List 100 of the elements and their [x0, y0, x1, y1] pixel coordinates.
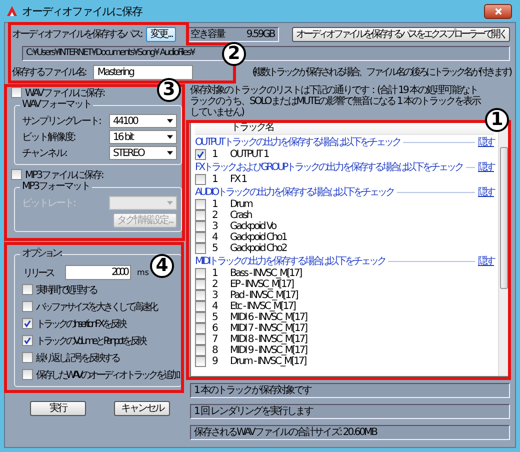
field-label: チャンネル: — [22, 147, 66, 160]
track-name: MIDI 6 - INVSC_M[17] — [230, 312, 306, 323]
track-number: 4 — [211, 232, 218, 243]
group-header: OUTPUTトラックの出力を保存する場合は以下をチェック — [195, 136, 400, 149]
track-name: MIDI 7 - INVSC_M[17] — [230, 323, 306, 334]
caret-icon — [167, 135, 173, 139]
track-number: 8 — [211, 345, 218, 356]
file-name-note: (複数トラックが保存される場合、ファイル名の後ろにトラック名が付きます) — [252, 66, 510, 79]
track-name: Gackpoid Vo — [230, 221, 276, 232]
app-icon — [6, 5, 18, 17]
checkbox[interactable] — [11, 87, 22, 98]
checkbox-label: WAVファイルに保存: — [25, 86, 104, 100]
checkbox-label: バッファサイズを大きくして高速化 — [36, 300, 156, 314]
free-space-label: 空き容量 — [190, 28, 224, 40]
track-number: 9 — [211, 356, 218, 367]
hide-link[interactable]: 隠す — [478, 160, 494, 174]
run-button[interactable]: 実行 — [30, 401, 86, 416]
free-space-value: 9.59GB — [246, 28, 274, 40]
checkbox[interactable] — [195, 243, 206, 254]
caret-icon — [167, 119, 173, 123]
checkbox-label: 保存したWAVのオーディオトラックを追加 — [36, 368, 178, 382]
dropdown-field[interactable]: 16 bit — [109, 130, 177, 144]
unit-label: ms — [137, 268, 149, 277]
close-button[interactable] — [484, 4, 512, 18]
checkbox[interactable] — [195, 279, 206, 290]
track-number: 6 — [211, 323, 218, 334]
checkbox[interactable] — [195, 323, 206, 334]
track-number: 7 — [211, 334, 218, 345]
checkbox[interactable] — [195, 221, 206, 232]
window-title: オーディオファイルに保存 — [22, 4, 142, 18]
track-name: Drum - INVSC_M[17] — [230, 356, 306, 367]
checkbox-label: 実時間で処理する — [36, 284, 96, 296]
dropdown-field[interactable] — [109, 196, 177, 210]
track-number: 5 — [211, 243, 218, 254]
track-number: 5 — [211, 312, 218, 323]
checkbox[interactable] — [195, 356, 206, 367]
cancel-button[interactable]: キャンセル — [114, 401, 170, 416]
checkbox[interactable] — [195, 334, 206, 345]
track-name: Crash — [230, 210, 252, 221]
checkbox-label: トラックのInsertionFXを反映 — [36, 318, 126, 330]
status-field: 1 本のトラックが保存対象です — [190, 383, 510, 398]
checkbox[interactable] — [195, 345, 206, 356]
group-title: オプション: — [20, 248, 62, 260]
group-header: MIDIトラックの出力を保存する場合は以下をチェック — [195, 254, 386, 268]
checkbox-label: MP3ファイルに保存: — [25, 168, 103, 182]
checkbox[interactable] — [22, 369, 33, 380]
caret-icon — [167, 201, 173, 205]
checkbox-label: トラックのVolumeとPanpotを反映 — [36, 334, 146, 348]
track-number: 1 — [211, 199, 218, 210]
track-number: 2 — [211, 279, 218, 290]
track-name: FX 1 — [230, 174, 246, 185]
track-number: 4 — [211, 301, 218, 312]
status-field: 保存されるWAVファイルの合計サイズ: 20.60MB — [190, 425, 510, 440]
hide-link[interactable]: 隠す — [478, 185, 494, 199]
status-field: 1 回 レンダリングを実行します — [190, 404, 510, 419]
hide-link[interactable]: 隠す — [478, 254, 494, 268]
checkbox[interactable] — [22, 284, 33, 295]
checkbox[interactable] — [195, 174, 206, 185]
dropdown-field[interactable]: 44100 — [109, 114, 177, 128]
track-number: 3 — [211, 290, 218, 301]
dropdown-field[interactable]: STEREO — [109, 146, 177, 160]
checkbox[interactable] — [22, 352, 33, 363]
checkbox[interactable] — [195, 149, 206, 160]
checkbox[interactable] — [195, 301, 206, 312]
checkbox[interactable] — [195, 210, 206, 221]
file-name-label: 保存するファイル名: — [11, 66, 86, 79]
close-icon — [494, 6, 502, 16]
change-button[interactable]: 変更... — [146, 26, 176, 42]
file-name-field[interactable]: Mastering — [93, 64, 194, 80]
track-name: Gackpoid Cho2 — [230, 243, 286, 254]
track-name: Drum — [230, 199, 252, 210]
checkbox[interactable] — [195, 290, 206, 301]
track-name: EP - INVSC_M[17] — [230, 279, 294, 290]
checkbox[interactable] — [195, 232, 206, 243]
path-label: オーディオファイルを保存するパス: — [11, 28, 142, 41]
release-field[interactable]: 2000 — [65, 265, 131, 280]
checkbox[interactable] — [22, 301, 33, 312]
checkbox-label: 繰り返し記号を反映する — [36, 352, 118, 364]
track-name: Pad - INVSC_M[17] — [230, 290, 298, 301]
checkbox[interactable] — [195, 199, 206, 210]
group-header: FXトラック,およびGROUPトラックの出力を保存する場合は以下をチェック — [195, 160, 463, 174]
checkbox[interactable] — [195, 268, 206, 279]
hide-link[interactable]: 隠す — [478, 135, 494, 149]
track-number: 1 — [211, 174, 218, 185]
group-title: WAVフォーマット — [20, 99, 93, 111]
field-label: ビット解像度: — [22, 130, 75, 144]
release-label: リリース — [23, 266, 53, 280]
track-name: MIDI 9 - INVSC_M[17] — [230, 345, 306, 356]
track-name: OUTPUT 1 — [230, 149, 268, 160]
checkbox[interactable] — [22, 318, 33, 329]
open-folder-button[interactable]: オーディオファイルを保存するパスをエクスプローラーで開く — [292, 26, 510, 42]
track-name: MIDI 8 - INVSC_M[17] — [230, 334, 306, 345]
track-name: Bass - INVSC_M[17] — [230, 268, 302, 279]
checkbox[interactable] — [195, 312, 206, 323]
list-description: 保存対象のトラックのリストは下記の通りです：(合計 19 本の処理可能なトラックのうち、SOLOまたはMUTEの影響で無音になる 1 本のトラックを表示していません) — [190, 85, 482, 118]
caret-icon — [167, 151, 173, 155]
track-number: 3 — [211, 221, 218, 232]
group-title: MP3フォーマット — [20, 181, 92, 193]
checkbox[interactable] — [22, 335, 33, 346]
track-number: 1 — [211, 149, 218, 160]
